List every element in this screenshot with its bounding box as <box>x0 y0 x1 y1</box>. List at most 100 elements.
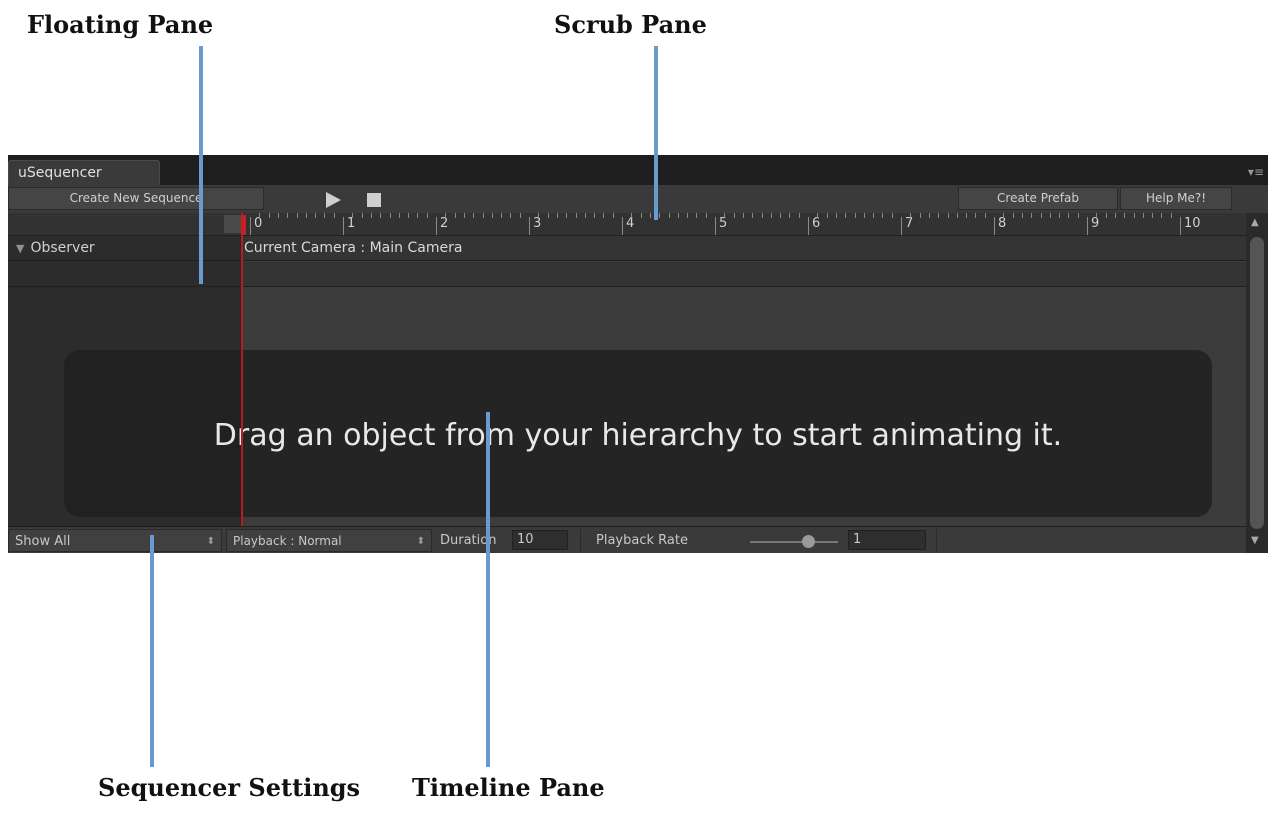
playback-rate-field[interactable]: 1 <box>848 530 926 550</box>
ruler-tick-label: 7 <box>905 216 914 231</box>
ruler-minor-tick <box>975 213 977 218</box>
observer-track-label: ▼ Observer <box>16 240 95 256</box>
ruler-minor-tick <box>631 213 633 218</box>
tab-strip: uSequencer ▾≡ <box>8 155 1268 185</box>
dropdown-arrow-icon: ⬍ <box>416 536 425 547</box>
expand-triangle-icon[interactable]: ▼ <box>16 242 24 255</box>
ruler-minor-tick <box>361 213 363 218</box>
ruler-tick-label: 3 <box>533 216 542 231</box>
ruler-minor-tick <box>873 213 875 218</box>
ruler-minor-tick <box>1068 213 1070 218</box>
scroll-up-arrow-icon[interactable]: ▲ <box>1251 217 1259 228</box>
track-row-observer[interactable]: ▼ Observer <box>8 236 240 261</box>
toolbar: Create New Sequence Create Prefab Help M… <box>8 185 1268 214</box>
ruler-minor-tick <box>947 213 949 218</box>
divider <box>580 529 581 552</box>
ruler-minor-tick <box>966 213 968 218</box>
ruler-minor-tick <box>817 213 819 218</box>
ruler-minor-tick <box>296 213 298 218</box>
ruler-minor-tick <box>1021 213 1023 218</box>
window-menu-icon[interactable]: ▾≡ <box>1248 165 1264 179</box>
callout-line-floating-pane <box>199 46 203 284</box>
timeline-row-empty <box>241 262 1246 287</box>
duration-field[interactable]: 10 <box>512 530 568 550</box>
ruler-minor-tick <box>333 213 335 218</box>
ruler-minor-tick <box>398 213 400 218</box>
help-button[interactable]: Help Me?! <box>1120 187 1232 210</box>
current-camera-label: Current Camera : Main Camera <box>244 240 463 256</box>
ruler-minor-tick <box>305 213 307 218</box>
ruler-tick-label: 4 <box>626 216 635 231</box>
create-prefab-button[interactable]: Create Prefab <box>958 187 1118 210</box>
ruler-minor-tick <box>287 213 289 218</box>
ruler-minor-tick <box>547 213 549 218</box>
timeline-row-observer[interactable]: Current Camera : Main Camera <box>241 236 1246 261</box>
ruler-minor-tick <box>863 213 865 218</box>
vertical-scrollbar[interactable]: ▲ ▼ <box>1246 213 1268 553</box>
track-row-empty <box>8 262 240 287</box>
ruler-tick-label: 2 <box>440 216 449 231</box>
stop-icon[interactable] <box>367 193 381 207</box>
ruler-minor-tick <box>1161 213 1163 218</box>
window-tab[interactable]: uSequencer <box>8 160 160 185</box>
ruler-minor-tick <box>1031 213 1033 218</box>
scrub-playhead-line[interactable] <box>241 213 243 526</box>
ruler-tick-label: 8 <box>998 216 1007 231</box>
ruler-minor-tick <box>938 213 940 218</box>
ruler-minor-tick <box>315 213 317 218</box>
ruler-major-tick <box>808 217 809 235</box>
ruler-minor-tick <box>612 213 614 218</box>
ruler-minor-tick <box>891 213 893 218</box>
ruler-minor-tick <box>501 213 503 218</box>
ruler-minor-tick <box>956 213 958 218</box>
scroll-thumb[interactable] <box>1250 237 1264 529</box>
show-all-value: Show All <box>15 534 71 549</box>
scrub-ruler[interactable]: 0 1 2 3 4 5 6 7 8 9 10 <box>242 213 1246 236</box>
ruler-major-tick <box>1180 217 1181 235</box>
scrub-playhead-handle[interactable] <box>241 215 246 235</box>
sequencer-settings-bar: Show All ⬍ Playback : Normal ⬍ Duration … <box>8 526 1246 553</box>
ruler-minor-tick <box>584 213 586 218</box>
ruler-minor-tick <box>687 213 689 218</box>
ruler-minor-tick <box>696 213 698 218</box>
playback-mode-dropdown[interactable]: Playback : Normal ⬍ <box>226 529 432 552</box>
ruler-minor-tick <box>798 213 800 218</box>
ruler-minor-tick <box>677 213 679 218</box>
ruler-minor-tick <box>826 213 828 218</box>
ruler-major-tick <box>250 217 251 235</box>
play-icon[interactable] <box>326 192 341 208</box>
ruler-tick-label: 10 <box>1184 216 1201 231</box>
ruler-major-tick <box>901 217 902 235</box>
ruler-minor-tick <box>919 213 921 218</box>
show-all-dropdown[interactable]: Show All ⬍ <box>8 529 222 552</box>
ruler-minor-tick <box>668 213 670 218</box>
callout-line-sequencer-settings <box>150 535 154 767</box>
ruler-minor-tick <box>510 213 512 218</box>
ruler-minor-tick <box>473 213 475 218</box>
playback-rate-slider-thumb[interactable] <box>802 535 815 548</box>
ruler-minor-tick <box>575 213 577 218</box>
drag-hint-overlay: Drag an object from your hierarchy to st… <box>64 350 1212 517</box>
ruler-minor-tick <box>389 213 391 218</box>
playback-rate-label: Playback Rate <box>596 533 688 548</box>
create-new-sequence-button[interactable]: Create New Sequence <box>8 187 264 210</box>
divider <box>936 529 937 552</box>
ruler-minor-tick <box>519 213 521 218</box>
ruler-minor-tick <box>1040 213 1042 218</box>
ruler-minor-tick <box>845 213 847 218</box>
ruler-tick-label: 9 <box>1091 216 1100 231</box>
ruler-tick-label: 5 <box>719 216 728 231</box>
callout-line-timeline-pane <box>486 412 490 767</box>
ruler-minor-tick <box>1049 213 1051 218</box>
ruler-minor-tick <box>1003 213 1005 218</box>
ruler-minor-tick <box>445 213 447 218</box>
scroll-down-arrow-icon[interactable]: ▼ <box>1251 535 1259 546</box>
playback-rate-slider[interactable] <box>750 541 838 543</box>
ruler-minor-tick <box>538 213 540 218</box>
ruler-minor-tick <box>649 213 651 218</box>
ruler-minor-tick <box>1124 213 1126 218</box>
ruler-minor-tick <box>1142 213 1144 218</box>
playback-mode-value: Playback : Normal <box>233 534 342 548</box>
ruler-tick-label: 1 <box>347 216 356 231</box>
ruler-minor-tick <box>454 213 456 218</box>
